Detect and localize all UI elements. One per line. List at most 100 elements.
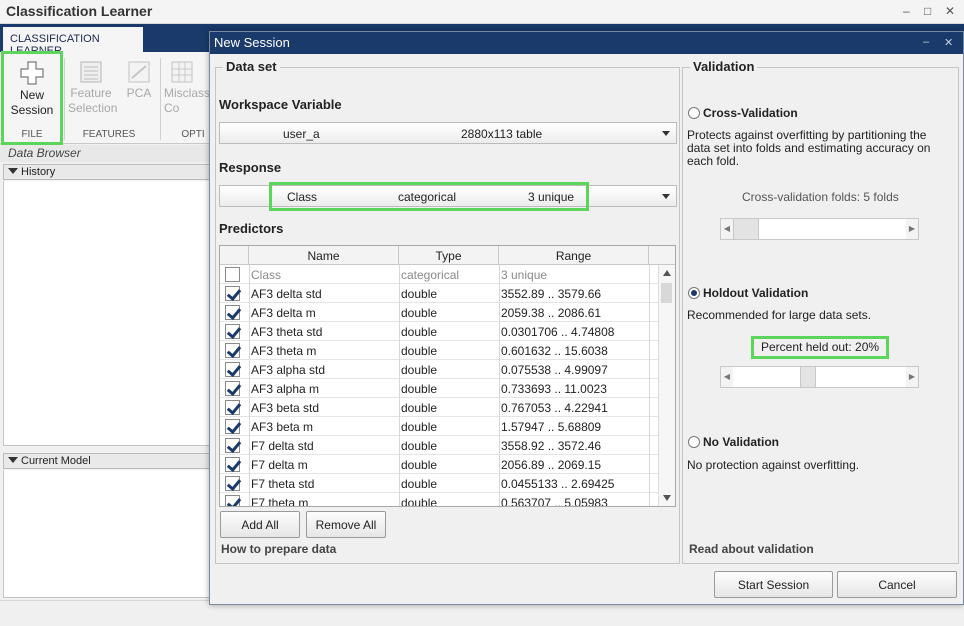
slider-right-icon[interactable]: ▶: [906, 219, 918, 239]
slider-left-icon[interactable]: ◀: [721, 367, 733, 387]
predictor-checkbox[interactable]: [225, 343, 240, 358]
remove-all-button[interactable]: Remove All: [306, 511, 386, 538]
ribbon-group-file: FILE: [21, 129, 43, 140]
pca-button[interactable]: PCA: [122, 60, 156, 101]
table-row[interactable]: F7 theta std double 0.0455133 .. 2.69425: [220, 474, 660, 493]
slider-left-icon[interactable]: ◀: [721, 219, 733, 239]
table-row[interactable]: F7 theta m double 0.563707 .. 5.05983: [220, 493, 660, 507]
predictor-checkbox[interactable]: [225, 286, 240, 301]
cell-range: 0.0455133 .. 2.69425: [501, 477, 615, 491]
holdout-validation-radio[interactable]: [688, 287, 700, 299]
ribbon-group-options: OPTI: [181, 129, 205, 140]
extra-column-header: [649, 246, 675, 265]
table-row[interactable]: AF3 beta std double 0.767053 .. 4.22941: [220, 398, 660, 417]
history-pane-header[interactable]: History: [3, 164, 210, 180]
no-validation-radio[interactable]: [688, 436, 700, 448]
cell-name: Class: [251, 268, 282, 282]
current-model-pane: [3, 470, 210, 598]
misclassification-costs-icon: [171, 61, 193, 83]
cross-validation-radio[interactable]: [688, 107, 700, 119]
table-row[interactable]: AF3 theta m double 0.601632 .. 15.6038: [220, 341, 660, 360]
column-header-range[interactable]: Range: [499, 246, 649, 265]
cell-range: 0.0301706 .. 4.74808: [501, 325, 615, 339]
cell-type: double: [401, 458, 438, 472]
column-header-name[interactable]: Name: [249, 246, 399, 265]
cross-validation-folds-slider[interactable]: ◀ ▶: [720, 218, 919, 240]
feature-selection-button[interactable]: Feature Selection: [68, 60, 117, 116]
tab-classification-learner[interactable]: CLASSIFICATION LEARNER: [3, 27, 143, 57]
restore-button[interactable]: □: [924, 4, 931, 18]
cancel-button[interactable]: Cancel: [837, 571, 957, 598]
slider-thumb[interactable]: [800, 367, 816, 387]
predictor-checkbox[interactable]: [225, 362, 240, 377]
how-to-prepare-data-link[interactable]: How to prepare data: [221, 542, 336, 556]
predictor-checkbox[interactable]: [225, 400, 240, 415]
cell-name: AF3 delta m: [251, 306, 316, 320]
table-row[interactable]: AF3 beta m double 1.57947 .. 5.68809: [220, 417, 660, 436]
pca-label: PCA: [126, 86, 152, 100]
table-row[interactable]: AF3 alpha std double 0.075538 .. 4.99097: [220, 360, 660, 379]
predictor-checkbox[interactable]: [225, 476, 240, 491]
new-session-dialog: New Session – ✕ Data set Workspace Varia…: [209, 31, 964, 605]
cell-type: double: [401, 496, 438, 507]
scroll-down-icon[interactable]: [663, 495, 671, 501]
predictor-checkbox[interactable]: [225, 419, 240, 434]
table-row[interactable]: F7 delta std double 3558.92 .. 3572.46: [220, 436, 660, 455]
misclassification-costs-label: Misclass Co: [164, 86, 211, 115]
holdout-validation-label[interactable]: Holdout Validation: [703, 286, 808, 300]
table-row[interactable]: AF3 delta std double 3552.89 .. 3579.66: [220, 284, 660, 303]
response-highlight: [269, 182, 589, 211]
response-label: Response: [219, 160, 282, 175]
select-column-header[interactable]: [220, 246, 249, 265]
close-button[interactable]: ✕: [945, 4, 955, 18]
history-label: History: [21, 166, 56, 178]
dialog-title: New Session: [214, 35, 290, 50]
cell-name: AF3 delta std: [251, 287, 322, 301]
table-row[interactable]: Class categorical 3 unique: [220, 265, 660, 284]
scroll-up-icon[interactable]: [663, 270, 671, 276]
chevron-down-icon: [662, 131, 670, 136]
add-all-button[interactable]: Add All: [220, 511, 300, 538]
predictor-checkbox[interactable]: [225, 438, 240, 453]
app-title: Classification Learner: [6, 3, 153, 19]
predictor-checkbox[interactable]: [225, 324, 240, 339]
workspace-variable-value: user_a: [283, 127, 320, 141]
cross-validation-description: Protects against overfitting by partitio…: [687, 128, 931, 168]
dialog-minimize-button[interactable]: –: [923, 36, 929, 48]
current-model-pane-header[interactable]: Current Model: [3, 453, 210, 469]
cell-type: double: [401, 363, 438, 377]
predictor-checkbox[interactable]: [225, 381, 240, 396]
predictor-checkbox[interactable]: [225, 267, 240, 282]
start-session-button[interactable]: Start Session: [714, 571, 833, 598]
scroll-thumb[interactable]: [661, 283, 672, 303]
table-scrollbar[interactable]: [658, 265, 675, 506]
table-row[interactable]: AF3 theta std double 0.0301706 .. 4.74808: [220, 322, 660, 341]
no-validation-label[interactable]: No Validation: [703, 435, 779, 449]
collapse-triangle-icon[interactable]: [8, 168, 18, 174]
column-divider: [499, 265, 500, 506]
table-row[interactable]: AF3 delta m double 2059.38 .. 2086.61: [220, 303, 660, 322]
dialog-close-button[interactable]: ✕: [944, 36, 953, 49]
table-row[interactable]: F7 delta m double 2056.89 .. 2069.15: [220, 455, 660, 474]
percent-held-out-slider[interactable]: ◀ ▶: [720, 366, 919, 388]
table-row[interactable]: AF3 alpha m double 0.733693 .. 11.0023: [220, 379, 660, 398]
column-header-type[interactable]: Type: [399, 246, 499, 265]
no-validation-description: No protection against overfitting.: [687, 458, 860, 472]
cell-name: AF3 theta m: [251, 344, 317, 358]
collapse-triangle-icon[interactable]: [8, 457, 18, 463]
misclassification-costs-button[interactable]: Misclass Co: [164, 60, 210, 116]
read-about-validation-link[interactable]: Read about validation: [689, 542, 814, 556]
cell-type: double: [401, 306, 438, 320]
slider-right-icon[interactable]: ▶: [906, 367, 918, 387]
predictor-checkbox[interactable]: [225, 457, 240, 472]
cross-validation-label[interactable]: Cross-Validation: [703, 106, 798, 120]
minimize-button[interactable]: –: [903, 4, 910, 18]
cell-range: 0.563707 .. 5.05983: [501, 496, 608, 507]
pca-icon: [128, 61, 150, 83]
predictor-checkbox[interactable]: [225, 495, 240, 506]
predictor-checkbox[interactable]: [225, 305, 240, 320]
workspace-variable-dropdown[interactable]: user_a 2880x113 table: [219, 122, 677, 144]
cell-type: double: [401, 325, 438, 339]
slider-thumb[interactable]: [733, 219, 759, 239]
cell-name: AF3 alpha std: [251, 363, 326, 377]
